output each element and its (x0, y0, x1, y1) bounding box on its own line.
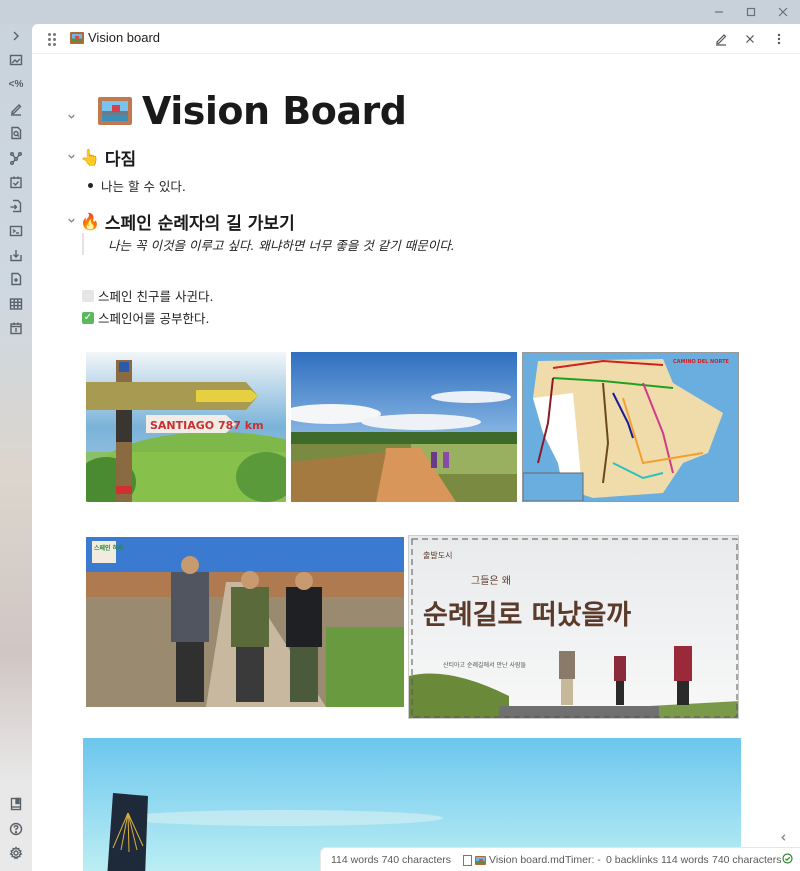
drag-handle-icon[interactable] (46, 31, 58, 47)
download-icon[interactable] (6, 245, 26, 265)
fire-icon: 🔥 (80, 212, 100, 231)
fold-h1-icon[interactable] (65, 110, 77, 122)
minimize-button[interactable] (704, 2, 734, 22)
heading-text: 다짐 (104, 150, 137, 170)
list-item-text: 나는 할 수 있다. (101, 179, 186, 194)
timer-status[interactable]: Timer: - (565, 854, 601, 866)
minimize-icon (715, 11, 723, 13)
close-view-button[interactable] (740, 30, 760, 48)
vault-book-icon[interactable] (6, 794, 26, 814)
pilgrims-documentary-image[interactable]: 출발도시 그들은 왜 순례길로 떠났을까 산티아고 순례길에서 만난 사람들 (408, 535, 739, 719)
file-icon (463, 854, 472, 866)
heading-camino: 🔥 스페인 순례자의 길 가보기 (80, 209, 295, 234)
page-title-text: Vision Board (142, 89, 407, 133)
more-options-icon (777, 33, 781, 45)
window-titlebar (0, 0, 800, 24)
blockquote: 나는 꼭 이것을 이루고 싶다. 왜냐하면 너무 좋을 것 같기 때문이다. (82, 233, 455, 255)
doc-tag: 출발도시 (423, 550, 452, 560)
view-title[interactable]: Vision board (70, 30, 160, 45)
quote-text: 나는 꼭 이것을 이루고 싶다. 왜냐하면 너무 좋을 것 같기 때문이다. (108, 237, 455, 253)
more-options-button[interactable] (769, 30, 789, 48)
graph-view-icon[interactable] (6, 148, 26, 168)
view-header: Vision board (32, 24, 800, 54)
backlinks-count[interactable]: 0 backlinks (606, 854, 658, 866)
task-text: 스페인어를 공부한다. (98, 311, 210, 326)
task-item: ✓ 스페인어를 공부한다. (82, 308, 209, 327)
fold-heading-icon[interactable] (65, 214, 77, 226)
task-checkbox-checked[interactable]: ✓ (82, 311, 94, 324)
doc-subtitle: 산티아고 순례길에서 만난 사람들 (443, 661, 526, 669)
framed-picture-icon (70, 31, 84, 44)
editor-pane: Vision board Vision Board 👆 다짐 나는 할 수 있다… (32, 24, 800, 871)
framed-picture-icon (98, 97, 132, 125)
word-char-count: 114 words 740 characters (331, 854, 452, 866)
search-file-icon[interactable] (6, 123, 26, 143)
window-close-button[interactable] (768, 2, 798, 22)
expand-sidebar-icon[interactable] (6, 26, 26, 46)
file-name-item[interactable]: Vision board.md (463, 854, 565, 866)
file-import-icon[interactable] (6, 196, 26, 216)
collapse-right-sidebar-icon[interactable] (777, 831, 789, 843)
page-title: Vision Board (98, 89, 407, 133)
maximize-button[interactable] (736, 2, 766, 22)
task-item: 스페인 친구를 사귄다. (82, 286, 213, 305)
fold-heading-icon[interactable] (65, 150, 77, 162)
santiago-signpost-image[interactable]: SANTIAGO 787 km (86, 352, 286, 502)
word-count: 114 words (661, 854, 709, 866)
bullet-dot (88, 183, 93, 188)
sign-text: SANTIAGO 787 km (150, 419, 264, 432)
calendar-check-icon[interactable] (6, 172, 26, 192)
pointing-finger-icon: 👆 (80, 148, 100, 167)
map-label: CAMINO DEL NORTE (673, 359, 730, 365)
edit-pencil-icon (716, 34, 727, 46)
synced-check-icon[interactable] (782, 853, 793, 867)
window-close-icon (778, 7, 788, 17)
settings-gear-icon[interactable] (6, 843, 26, 863)
status-bar: 114 words 740 characters Vision board.md… (320, 847, 800, 871)
note-content: Vision Board 👆 다짐 나는 할 수 있다. 🔥 스페인 순례자의 … (32, 55, 800, 871)
image-icon[interactable] (6, 50, 26, 70)
doc-headline: 순례길로 떠났을까 (423, 600, 631, 631)
percent-code-icon[interactable]: <% (6, 74, 26, 94)
heading-resolution: 👆 다짐 (80, 145, 136, 170)
show-badge: 스페인 하숙 (94, 544, 124, 552)
task-checkbox-unchecked[interactable] (82, 289, 94, 302)
character-count: 740 characters (712, 854, 782, 866)
maximize-icon (746, 7, 756, 17)
doc-headline-small: 그들은 왜 (471, 575, 511, 587)
view-title-text: Vision board (88, 30, 161, 45)
calendar-day-icon[interactable] (6, 318, 26, 338)
task-text: 스페인 친구를 사귄다. (98, 289, 214, 304)
camino-dirt-road-image[interactable] (291, 352, 517, 502)
list-item: 나는 할 수 있다. (88, 176, 186, 195)
close-icon (746, 35, 754, 43)
framed-picture-icon (475, 855, 486, 865)
spain-homestay-tv-image[interactable]: 스페인 하숙 (86, 537, 404, 707)
new-file-icon[interactable] (6, 269, 26, 289)
help-icon[interactable] (6, 819, 26, 839)
terminal-icon[interactable] (6, 221, 26, 241)
edit-pencil-button[interactable] (711, 30, 731, 48)
table-grid-icon[interactable] (6, 294, 26, 314)
heading-text: 스페인 순례자의 길 가보기 (104, 214, 295, 234)
pencil-icon[interactable] (6, 99, 26, 119)
left-ribbon: <% (0, 24, 32, 871)
camino-routes-map-image[interactable]: CAMINO DEL NORTE (522, 352, 739, 502)
